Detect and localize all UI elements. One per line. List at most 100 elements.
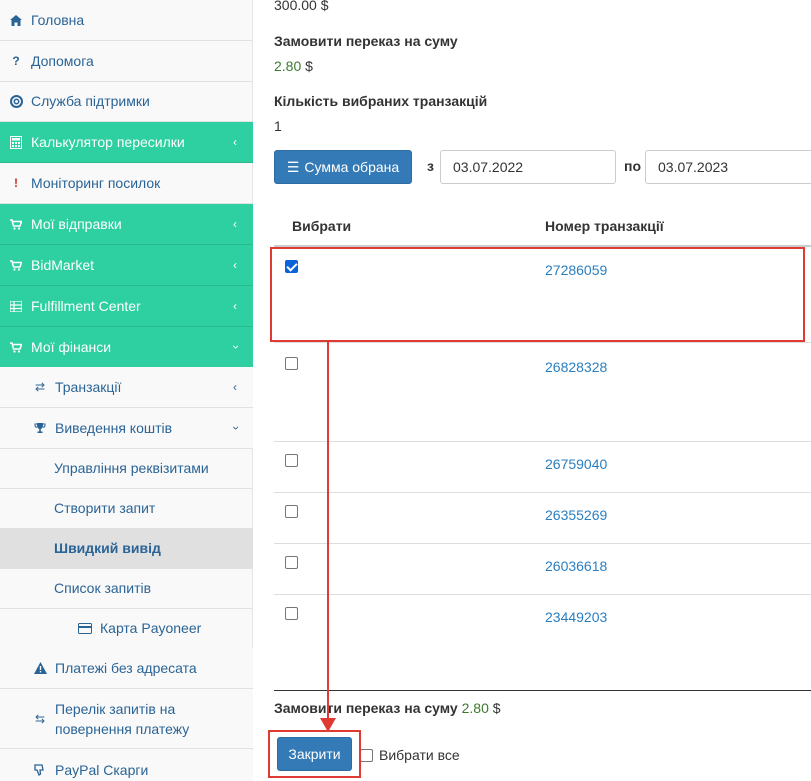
footer-order-currency: $ [492, 700, 501, 716]
from-date-input[interactable]: 03.07.2022 [440, 150, 616, 184]
column-header-transaction: Номер транзакції [545, 218, 664, 234]
footer-order-label: Замовити переказ на суму [274, 700, 458, 716]
column-header-select: Вибрати [292, 218, 352, 234]
sum-selected-button[interactable]: ☰ Сумма обрана [274, 150, 412, 184]
row-divider [274, 543, 811, 544]
annotation-arrow-line [327, 342, 329, 724]
retweet-icon: ⇆ [34, 711, 46, 726]
count-label: Кількість вибраних транзакцій [274, 93, 488, 109]
highlight-box-selected-row [270, 247, 805, 342]
sidebar-item-finances[interactable]: Мої фінанси ‹ [0, 327, 253, 368]
sidebar-item-transactions[interactable]: ⇄ Транзакції ‹ [0, 367, 253, 408]
sidebar-item-home[interactable]: Головна [0, 0, 253, 41]
sidebar-item-label: Мої відправки [31, 216, 122, 232]
order-currency: $ [305, 58, 313, 74]
sidebar-item-quick-withdrawal[interactable]: Швидкий вивід [0, 528, 253, 569]
row-checkbox[interactable] [285, 607, 298, 620]
sidebar-item-withdrawal[interactable]: Виведення коштів ‹ [0, 408, 253, 449]
sidebar-item-create-request[interactable]: Створити запит [0, 488, 253, 529]
thumbs-down-icon [33, 764, 47, 776]
sidebar-item-label: Моніторинг посилок [31, 175, 161, 191]
row-checkbox[interactable] [285, 505, 298, 518]
sidebar-item-label: PayPal Скарги [55, 762, 149, 778]
transaction-link[interactable]: 26759040 [545, 456, 607, 472]
order-amount: 2.80 $ [274, 58, 313, 74]
sidebar-item-payoneer[interactable]: Карта Payoneer [0, 608, 253, 649]
select-all-label: Вибрати все [379, 747, 460, 763]
chevron-down-icon: ‹ [228, 345, 242, 349]
select-all-checkbox[interactable] [360, 749, 373, 762]
chevron-left-icon: ‹ [233, 135, 237, 149]
list-icon [9, 300, 23, 312]
exchange-icon: ⇄ [34, 380, 46, 394]
sidebar-item-refund-requests[interactable]: ⇆ Перелік запитів на повернення платежу [0, 689, 253, 749]
sidebar-item-request-list[interactable]: Список запитів [0, 568, 253, 609]
sidebar-item-label: Виведення коштів [55, 420, 173, 436]
sum-selected-label: Сумма обрана [304, 159, 400, 175]
sidebar-item-bidmarket[interactable]: BidMarket ‹ [0, 245, 253, 286]
exclamation-icon: ! [14, 176, 18, 190]
footer-order-summary: Замовити переказ на суму 2.80 $ [274, 700, 501, 716]
transaction-link[interactable]: 23449203 [545, 609, 607, 625]
list-icon: ☰ [286, 158, 300, 175]
chevron-left-icon: ‹ [233, 217, 237, 231]
sidebar-item-label: Служба підтримки [31, 93, 150, 109]
row-divider [274, 441, 811, 442]
sidebar-item-shipments[interactable]: Мої відправки ‹ [0, 204, 253, 245]
count-value: 1 [274, 118, 282, 134]
calculator-icon [9, 135, 23, 149]
row-divider [274, 342, 811, 343]
sidebar-item-support[interactable]: Служба підтримки [0, 81, 253, 122]
sidebar-item-label: Головна [31, 12, 85, 28]
cart-icon [9, 218, 23, 230]
sidebar-item-paypal-complaints[interactable]: PayPal Скарги [0, 750, 253, 781]
sidebar-item-label-line2: повернення платежу [55, 720, 190, 737]
transaction-link[interactable]: 26355269 [545, 507, 607, 523]
table-bottom-divider [274, 690, 811, 691]
cart-icon [9, 341, 23, 353]
trophy-icon [33, 422, 47, 434]
sidebar-item-label: Калькулятор пересилки [31, 134, 185, 150]
chevron-down-icon: ‹ [228, 426, 242, 430]
sidebar-item-label: Карта Payoneer [100, 620, 202, 636]
sidebar-item-label: Створити запит [54, 500, 156, 516]
credit-card-icon [78, 622, 92, 634]
highlight-box-close-button [268, 730, 361, 778]
sidebar-item-label: Управління реквізитами [54, 460, 209, 476]
sidebar-item-label: Перелік запитів на [55, 700, 176, 717]
warning-icon [33, 662, 47, 674]
transaction-link[interactable]: 26828328 [545, 359, 607, 375]
sidebar-item-fulfillment[interactable]: Fulfillment Center ‹ [0, 286, 253, 327]
sidebar-item-label: Мої фінанси [31, 339, 112, 355]
sidebar: Головна ? Допомога Служба підтримки Каль… [0, 0, 253, 781]
from-date-value: 03.07.2022 [453, 159, 524, 175]
sidebar-item-tracking[interactable]: ! Моніторинг посилок [0, 163, 253, 204]
sidebar-item-label: Транзакції [55, 379, 122, 395]
cart-icon [9, 259, 23, 271]
transaction-link[interactable]: 26036618 [545, 558, 607, 574]
home-icon [9, 14, 23, 26]
sidebar-item-calculator[interactable]: Калькулятор пересилки ‹ [0, 122, 253, 163]
to-label: по [624, 158, 642, 174]
row-checkbox[interactable] [285, 357, 298, 370]
order-label: Замовити переказ на суму [274, 33, 458, 49]
footer-order-value: 2.80 [461, 700, 489, 716]
lifebuoy-icon [9, 94, 23, 108]
chevron-left-icon: ‹ [233, 299, 237, 313]
chevron-left-icon: ‹ [233, 258, 237, 272]
row-checkbox[interactable] [285, 454, 298, 467]
to-date-input[interactable]: 03.07.2023 [645, 150, 811, 184]
sidebar-item-requisites[interactable]: Управління реквізитами [0, 448, 253, 489]
sidebar-item-help[interactable]: ? Допомога [0, 41, 253, 82]
chevron-left-icon: ‹ [233, 380, 237, 394]
row-checkbox[interactable] [285, 556, 298, 569]
from-label: з [427, 158, 434, 174]
sidebar-item-label: Допомога [31, 53, 94, 69]
order-value: 2.80 [274, 58, 302, 74]
sidebar-item-label: Список запитів [54, 580, 152, 596]
to-date-value: 03.07.2023 [658, 159, 729, 175]
row-divider [274, 492, 811, 493]
top-amount: 300.00 $ [274, 0, 329, 13]
sidebar-item-unaddressed-payments[interactable]: Платежі без адресата [0, 648, 253, 689]
question-icon: ? [12, 54, 20, 68]
